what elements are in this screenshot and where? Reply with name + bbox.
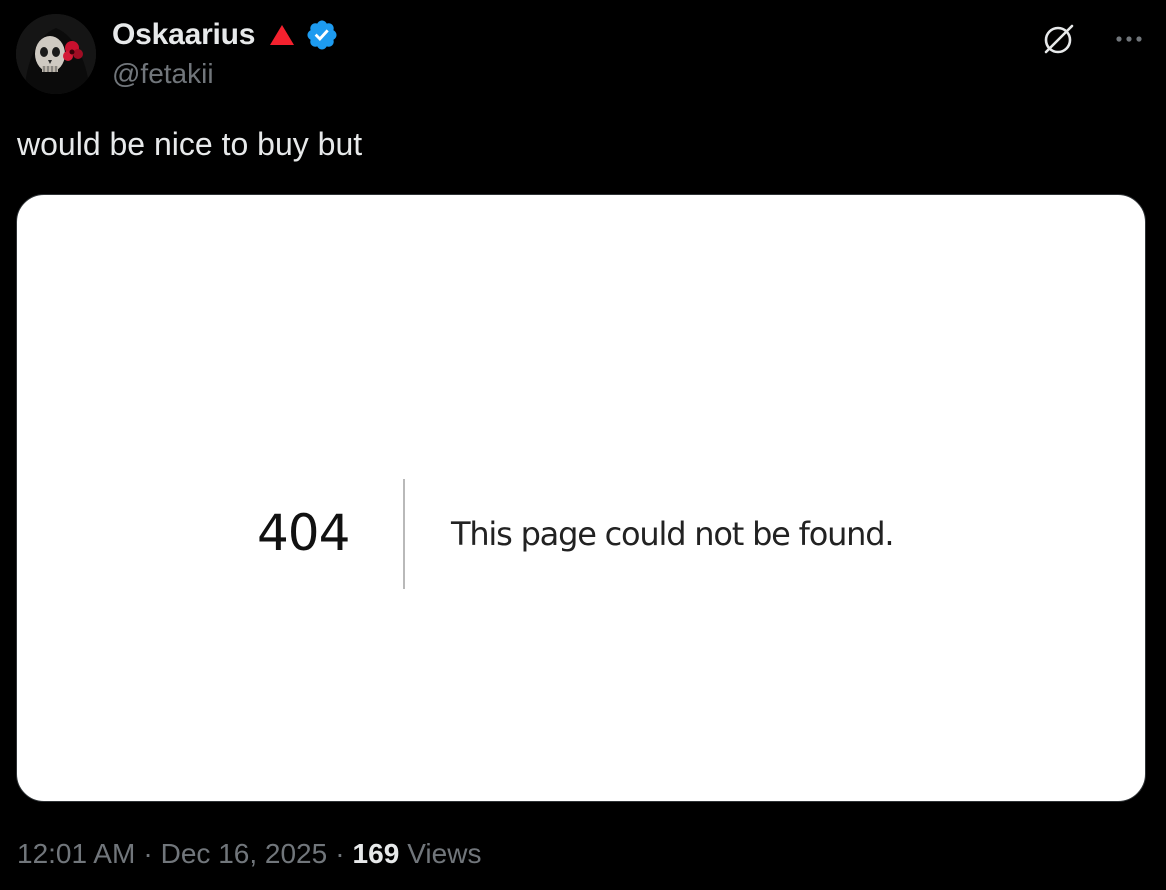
skull-avatar-icon <box>16 14 96 94</box>
tweet-text: would be nice to buy but <box>17 126 363 162</box>
media-image[interactable]: 404 This page could not be found. <box>16 194 1146 802</box>
views-count[interactable]: 169 <box>353 838 400 870</box>
error-message: This page could not be found. <box>451 515 895 553</box>
error-divider <box>403 479 405 589</box>
avatar[interactable] <box>16 14 96 94</box>
author-info: Oskaarius @fetakii <box>112 18 339 90</box>
views-label[interactable]: Views <box>407 838 481 870</box>
tweet: Oskaarius @fetakii would be nice to buy … <box>0 0 1166 890</box>
verified-badge-icon[interactable] <box>305 18 339 52</box>
meta-separator: · <box>335 838 345 869</box>
name-row: Oskaarius <box>112 18 339 52</box>
author-handle[interactable]: @fetakii <box>112 58 339 90</box>
red-triangle-icon <box>270 25 295 45</box>
meta-separator: · <box>143 838 153 869</box>
author-display-name[interactable]: Oskaarius <box>112 18 255 52</box>
tweet-time[interactable]: 12:01 AM <box>17 838 135 870</box>
tweet-header: Oskaarius @fetakii <box>16 14 1150 94</box>
tweet-date[interactable]: Dec 16, 2025 <box>161 838 328 870</box>
error-code: 404 <box>257 504 350 562</box>
grok-icon[interactable] <box>1040 20 1078 58</box>
more-icon[interactable] <box>1112 22 1146 56</box>
tweet-meta: 12:01 AM · Dec 16, 2025 · 169 Views <box>17 838 481 870</box>
